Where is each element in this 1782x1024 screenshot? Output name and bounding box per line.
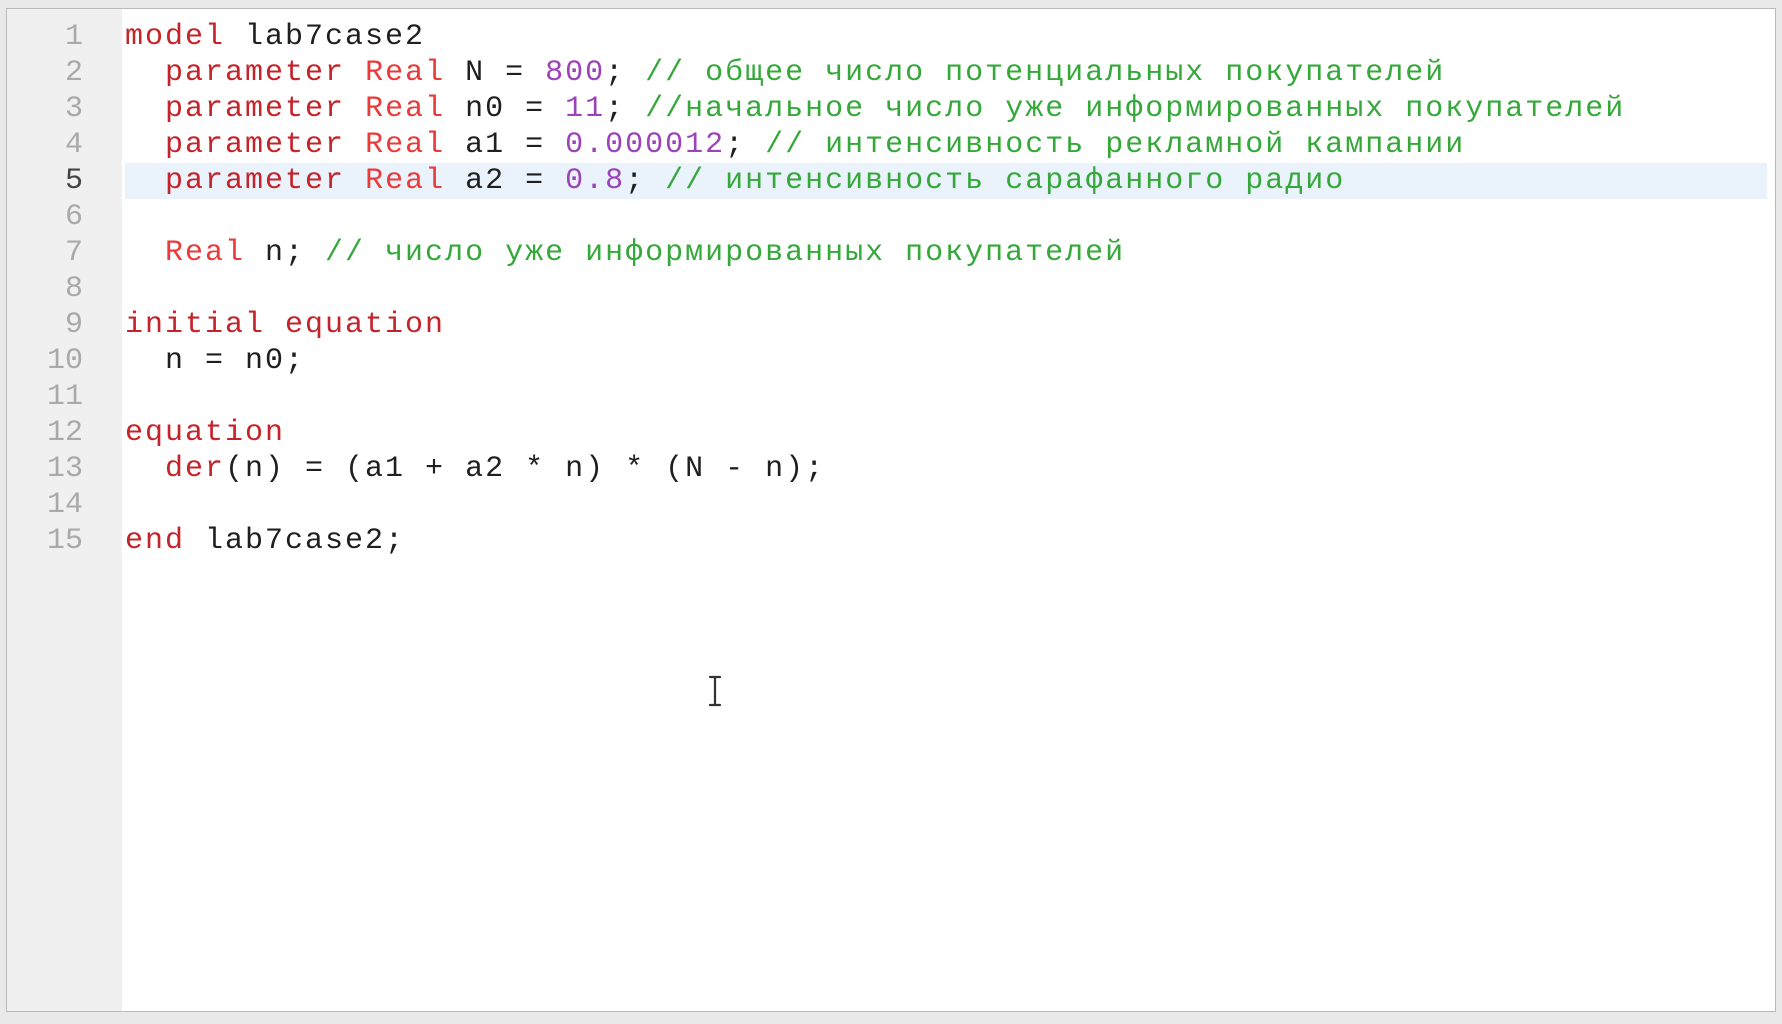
code-token: a1 = xyxy=(445,128,566,162)
type-token: Real xyxy=(365,56,446,90)
code-token: ; xyxy=(625,164,666,198)
line-content[interactable]: parameter Real N = 800; // общее число п… xyxy=(125,55,1767,91)
keyword-token: equation xyxy=(125,416,286,450)
keyword-token: parameter xyxy=(165,92,346,126)
line-number: 3 xyxy=(64,92,83,126)
line-number: 1 xyxy=(64,20,83,54)
line-number: 10 xyxy=(46,344,83,378)
code-line[interactable]: 12 equation xyxy=(7,415,1775,451)
line-number: 4 xyxy=(64,128,83,162)
keyword-token: parameter xyxy=(165,164,346,198)
line-content[interactable]: parameter Real a2 = 0.8; // интенсивност… xyxy=(125,163,1767,199)
code-token: ; xyxy=(605,56,646,90)
code-token: n = n0; xyxy=(125,344,306,378)
line-content[interactable]: Real n; // число уже информированных пок… xyxy=(125,235,1767,271)
line-number: 2 xyxy=(64,56,83,90)
type-token: Real xyxy=(365,128,446,162)
code-token: ; xyxy=(725,128,766,162)
line-content[interactable]: parameter Real a1 = 0.000012; // интенси… xyxy=(125,127,1767,163)
code-editor-text-area[interactable]: 1 model lab7case2 2 parameter Real N = 800… xyxy=(7,19,1775,559)
line-number: 14 xyxy=(46,488,83,522)
line-content[interactable] xyxy=(125,271,1767,307)
keyword-token: parameter xyxy=(165,56,346,90)
line-content[interactable]: parameter Real n0 = 11; //начальное числ… xyxy=(125,91,1767,127)
line-content[interactable] xyxy=(125,487,1767,523)
code-line[interactable]: 11 xyxy=(7,379,1775,415)
code-token: (n) = (a1 + a2 * n) * (N - n); xyxy=(225,452,826,486)
line-number: 13 xyxy=(46,452,83,486)
code-line[interactable]: 9 initial equation xyxy=(7,307,1775,343)
keyword-token: initial equation xyxy=(125,308,446,342)
code-line[interactable]: 2 parameter Real N = 800; // общее число… xyxy=(7,55,1775,91)
code-line[interactable]: 10 n = n0; xyxy=(7,343,1775,379)
line-number: 5 xyxy=(64,164,83,198)
keyword-token: end xyxy=(125,524,186,558)
number-token: 0.000012 xyxy=(565,128,726,162)
line-content[interactable] xyxy=(125,199,1767,235)
keyword-token: parameter xyxy=(165,128,346,162)
code-token: n; xyxy=(245,236,326,270)
code-line[interactable]: 15 end lab7case2; xyxy=(7,523,1775,559)
code-token: lab7case2; xyxy=(185,524,406,558)
comment-token: // интенсивность рекламной кампании xyxy=(765,128,1466,162)
type-token: Real xyxy=(165,236,246,270)
code-line[interactable]: 7 Real n; // число уже информированных п… xyxy=(7,235,1775,271)
line-number: 12 xyxy=(46,416,83,450)
line-number: 8 xyxy=(64,272,83,306)
number-token: 800 xyxy=(545,56,606,90)
code-editor-window: 1 model lab7case2 2 parameter Real N = 800… xyxy=(6,8,1776,1012)
code-line[interactable]: 13 der(n) = (a1 + a2 * n) * (N - n); xyxy=(7,451,1775,487)
code-token: lab7case2 xyxy=(225,20,426,54)
code-line[interactable]: 4 parameter Real a1 = 0.000012; // интен… xyxy=(7,127,1775,163)
code-line[interactable]: 3 parameter Real n0 = 11; //начальное чи… xyxy=(7,91,1775,127)
code-line[interactable]: 5 parameter Real a2 = 0.8; // интенсивно… xyxy=(7,163,1775,199)
line-content[interactable]: end lab7case2; xyxy=(125,523,1767,559)
comment-token: // число уже информированных покупателей xyxy=(325,236,1126,270)
code-token: a2 = xyxy=(445,164,566,198)
keyword-token: model xyxy=(125,20,226,54)
line-content[interactable]: n = n0; xyxy=(125,343,1767,379)
line-content[interactable] xyxy=(125,379,1767,415)
line-number: 7 xyxy=(64,236,83,270)
code-line[interactable]: 1 model lab7case2 xyxy=(7,19,1775,55)
comment-token: //начальное число уже информированных по… xyxy=(645,92,1626,126)
type-token: Real xyxy=(365,92,446,126)
comment-token: // интенсивность сарафанного радио xyxy=(665,164,1346,198)
line-number: 11 xyxy=(46,380,83,414)
code-token: n0 = xyxy=(445,92,566,126)
line-number: 6 xyxy=(64,200,83,234)
code-token: N = xyxy=(445,56,546,90)
type-token: Real xyxy=(365,164,446,198)
number-token: 11 xyxy=(565,92,606,126)
line-number: 9 xyxy=(64,308,83,342)
number-token: 0.8 xyxy=(565,164,626,198)
line-number: 15 xyxy=(46,524,83,558)
i-beam-cursor-icon xyxy=(708,675,722,707)
code-line[interactable]: 14 xyxy=(7,487,1775,523)
line-content[interactable]: equation xyxy=(125,415,1767,451)
line-content[interactable]: model lab7case2 xyxy=(125,19,1767,55)
line-content[interactable]: der(n) = (a1 + a2 * n) * (N - n); xyxy=(125,451,1767,487)
line-content[interactable]: initial equation xyxy=(125,307,1767,343)
comment-token: // общее число потенциальных покупателей xyxy=(645,56,1446,90)
code-line[interactable]: 8 xyxy=(7,271,1775,307)
keyword-token: der xyxy=(165,452,226,486)
code-line[interactable]: 6 xyxy=(7,199,1775,235)
code-token: ; xyxy=(605,92,646,126)
